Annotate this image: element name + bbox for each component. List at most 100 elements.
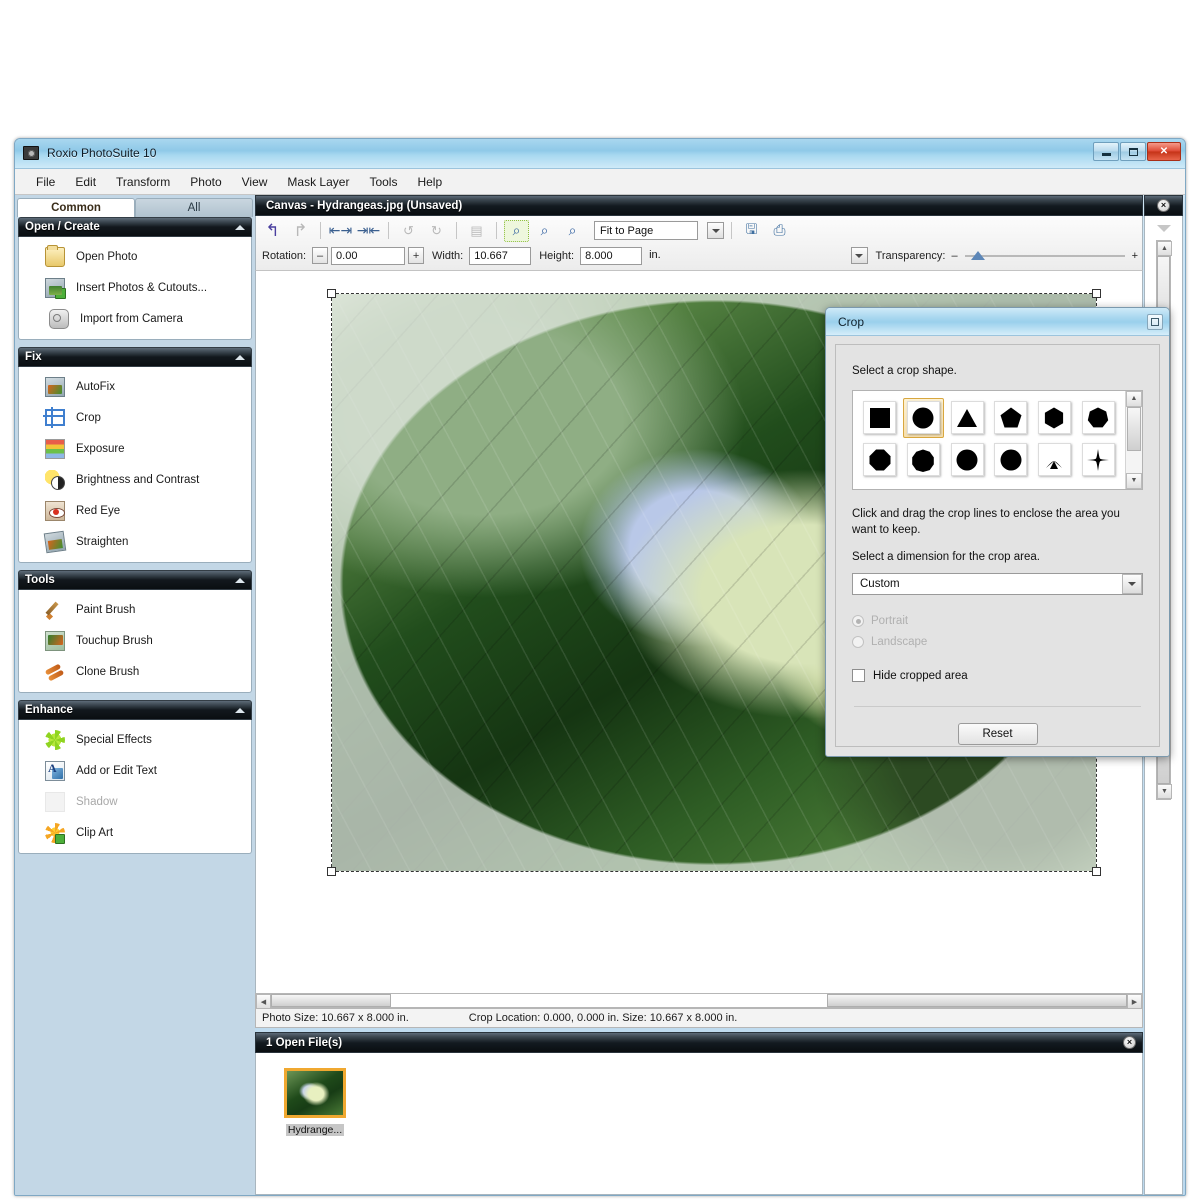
- zoom-level-combo[interactable]: Fit to Page: [594, 221, 698, 240]
- chevron-down-icon[interactable]: [1156, 225, 1171, 232]
- scroll-left-arrow-icon[interactable]: ◀: [256, 994, 271, 1009]
- clip-art-icon: [45, 822, 65, 844]
- crop-shape-star-cross[interactable]: [1077, 440, 1119, 480]
- sidebar-item-add-or-edit-text[interactable]: Add or Edit Text: [19, 755, 251, 786]
- crop-shape-hexagon[interactable]: [1034, 398, 1076, 438]
- crop-shape-nonagon[interactable]: [903, 440, 945, 480]
- sidebar-item-insert-photos[interactable]: Insert Photos & Cutouts...: [19, 272, 251, 303]
- height-input[interactable]: 8.000: [580, 246, 643, 265]
- list-item[interactable]: Hydrange...: [280, 1068, 350, 1138]
- sidebar-item-brightness-contrast[interactable]: Brightness and Contrast: [19, 464, 251, 495]
- scroll-track[interactable]: [1126, 451, 1142, 473]
- menu-transform[interactable]: Transform: [107, 172, 179, 192]
- crop-dialog-restore-button[interactable]: [1147, 313, 1163, 330]
- sidebar-item-clone-brush[interactable]: Clone Brush: [19, 656, 251, 687]
- crop-shape-fan[interactable]: [1034, 440, 1076, 480]
- sidebar-item-straighten[interactable]: Straighten: [19, 526, 251, 557]
- undo-button[interactable]: ↰: [260, 220, 285, 242]
- sidebar-item-touchup-brush[interactable]: Touchup Brush: [19, 625, 251, 656]
- menu-help[interactable]: Help: [408, 172, 451, 192]
- crop-handle-top-right[interactable]: [1092, 289, 1101, 298]
- maximize-button[interactable]: [1120, 142, 1146, 161]
- scroll-thumb[interactable]: [1127, 406, 1141, 451]
- transparency-plus[interactable]: +: [1132, 250, 1138, 262]
- menu-view[interactable]: View: [233, 172, 277, 192]
- width-label: Width:: [432, 249, 464, 262]
- menu-mask-layer[interactable]: Mask Layer: [278, 172, 358, 192]
- sidebar-item-autofix[interactable]: AutoFix: [19, 371, 251, 402]
- sidebar-item-paint-brush[interactable]: Paint Brush: [19, 594, 251, 625]
- zoom-out-button[interactable]: ⌕: [560, 220, 585, 242]
- rotation-input[interactable]: 0.00: [331, 246, 406, 265]
- crop-handle-bottom-right[interactable]: [1092, 867, 1101, 876]
- crop-shape-decagon[interactable]: [946, 440, 988, 480]
- crop-shape-square[interactable]: [859, 398, 901, 438]
- scroll-track[interactable]: [391, 994, 827, 1007]
- crop-shape-circle[interactable]: [902, 397, 945, 438]
- sidebar-item-open-photo[interactable]: Open Photo: [19, 241, 251, 272]
- scroll-up-arrow-icon[interactable]: ▲: [1157, 241, 1172, 256]
- sidebar-item-clip-art[interactable]: Clip Art: [19, 817, 251, 848]
- crop-dimension-select[interactable]: Custom: [852, 572, 1143, 595]
- file-thumbnail[interactable]: [284, 1068, 346, 1118]
- slider-thumb[interactable]: [970, 250, 985, 260]
- scroll-down-arrow-icon[interactable]: ▼: [1157, 784, 1172, 799]
- reset-button[interactable]: Reset: [957, 722, 1038, 745]
- transparency-minus[interactable]: –: [951, 250, 957, 262]
- rotation-decrement-button[interactable]: –: [312, 247, 329, 264]
- checkbox-icon[interactable]: [852, 669, 865, 683]
- units-dropdown-arrow[interactable]: [850, 247, 868, 264]
- crop-handle-bottom-left[interactable]: [327, 867, 336, 876]
- crop-shape-scrollbar[interactable]: ▲ ▼: [1125, 390, 1142, 489]
- save-icon: 🖫: [745, 220, 758, 237]
- canvas-horizontal-scrollbar[interactable]: ◀ ▶: [255, 993, 1143, 1009]
- close-button[interactable]: ✕: [1147, 142, 1181, 161]
- sidebar-item-crop[interactable]: Crop: [19, 402, 251, 433]
- zoom-in-button[interactable]: ⌕: [532, 220, 557, 242]
- open-files-close-button[interactable]: ×: [1123, 1036, 1136, 1049]
- print-button[interactable]: ⎙: [767, 220, 792, 242]
- menu-tools[interactable]: Tools: [360, 172, 406, 192]
- width-input[interactable]: 10.667: [469, 246, 532, 265]
- section-header-enhance[interactable]: Enhance: [18, 700, 252, 720]
- hide-cropped-area-checkbox-row[interactable]: Hide cropped area: [852, 664, 1143, 688]
- add-text-icon: [45, 760, 65, 781]
- crop-shape-triangle[interactable]: [946, 398, 988, 438]
- zoom-level-dropdown-arrow[interactable]: [707, 222, 724, 239]
- rotation-increment-button[interactable]: +: [408, 247, 425, 264]
- menu-edit[interactable]: Edit: [66, 172, 105, 192]
- sidebar-item-exposure[interactable]: Exposure: [19, 433, 251, 464]
- crop-handle-top-left[interactable]: [327, 289, 336, 298]
- flip-vertical-button[interactable]: ⇥⇤: [356, 220, 381, 242]
- scroll-up-arrow-icon[interactable]: ▲: [1126, 390, 1142, 407]
- zoom-selection-button[interactable]: ⌕: [504, 219, 529, 242]
- scroll-thumb-left[interactable]: [271, 994, 391, 1007]
- menu-photo[interactable]: Photo: [181, 172, 230, 192]
- right-panel-close-button[interactable]: ×: [1157, 199, 1170, 212]
- crop-shape-dodecagon[interactable]: [990, 440, 1032, 480]
- scroll-thumb-right[interactable]: [827, 994, 1127, 1007]
- flip-horizontal-button[interactable]: ⇤⇥: [328, 220, 353, 242]
- scroll-right-arrow-icon[interactable]: ▶: [1127, 994, 1142, 1009]
- section-header-open-create[interactable]: Open / Create: [18, 217, 252, 237]
- tab-common[interactable]: Common: [17, 198, 135, 217]
- sidebar-item-label: Straighten: [76, 535, 129, 548]
- save-button[interactable]: 🖫: [739, 220, 764, 242]
- scroll-down-arrow-icon[interactable]: ▼: [1126, 472, 1142, 489]
- minimize-button[interactable]: [1093, 142, 1119, 161]
- section-header-tools[interactable]: Tools: [18, 570, 252, 590]
- section-header-fix[interactable]: Fix: [18, 347, 252, 367]
- tab-all[interactable]: All: [135, 198, 253, 217]
- menu-file[interactable]: File: [27, 172, 64, 192]
- crop-dimension-dropdown-arrow[interactable]: [1122, 573, 1142, 594]
- sidebar-item-import-camera[interactable]: Import from Camera: [19, 303, 251, 334]
- crop-shape-heptagon[interactable]: [1077, 398, 1119, 438]
- hide-cropped-area-label: Hide cropped area: [873, 669, 968, 682]
- canvas-toolbar-row-2: Rotation: – 0.00 + Width: 10.667 Height:…: [260, 243, 1138, 268]
- sidebar-item-red-eye[interactable]: Red Eye: [19, 495, 251, 526]
- transparency-slider[interactable]: [964, 249, 1125, 263]
- crop-shape-octagon[interactable]: [859, 440, 901, 480]
- toolbar-separator: [320, 222, 321, 239]
- crop-shape-pentagon[interactable]: [990, 398, 1032, 438]
- sidebar-item-special-effects[interactable]: Special Effects: [19, 724, 251, 755]
